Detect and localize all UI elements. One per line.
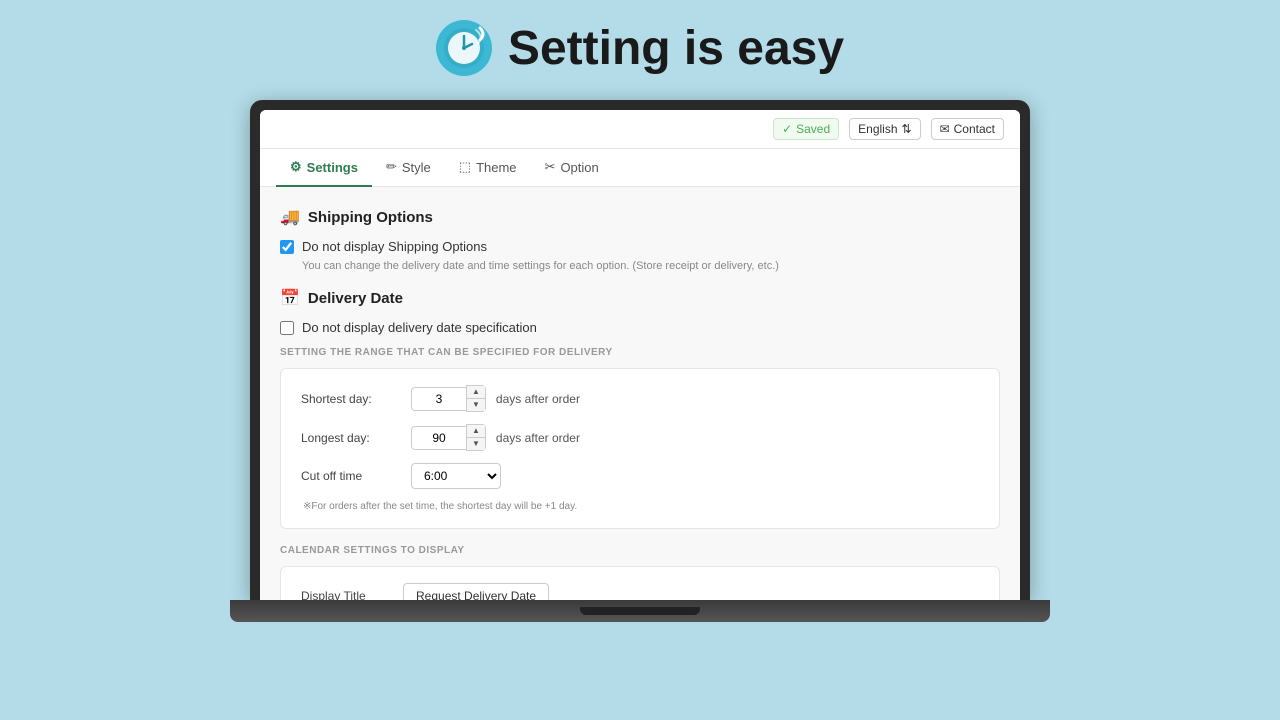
- shortest-day-input[interactable]: [411, 387, 466, 411]
- longest-day-spinner: ▲ ▼: [466, 424, 486, 451]
- app-screen: ✓ Saved English ⇅ ✉ Contact ⚙: [260, 110, 1020, 600]
- display-title-label: Display Title: [301, 589, 391, 600]
- tab-style-label: Style: [402, 160, 431, 175]
- option-icon: ✂: [545, 159, 556, 175]
- truck-icon: 🚚: [280, 207, 300, 227]
- cutoff-row: Cut off time 6:00 7:00 8:00 9:00 10:00 1…: [301, 463, 979, 489]
- shortest-day-suffix: days after order: [496, 392, 580, 406]
- display-title-row: Display Title Request Delivery Date: [301, 583, 979, 600]
- settings-gear-icon: ⚙: [290, 159, 302, 175]
- delivery-date-checkbox[interactable]: [280, 321, 294, 335]
- tab-theme-label: Theme: [476, 160, 516, 175]
- theme-icon: ⬚: [459, 159, 471, 175]
- longest-day-suffix: days after order: [496, 431, 580, 445]
- calendar-icon: 📅: [280, 288, 300, 308]
- check-icon: ✓: [782, 122, 792, 136]
- laptop-base: [230, 600, 1050, 622]
- longest-day-label: Longest day:: [301, 431, 401, 445]
- app-ui: ✓ Saved English ⇅ ✉ Contact ⚙: [260, 110, 1020, 600]
- saved-label: Saved: [796, 122, 830, 136]
- shipping-checkbox-row: Do not display Shipping Options: [280, 239, 1000, 254]
- shipping-checkbox[interactable]: [280, 240, 294, 254]
- tab-settings[interactable]: ⚙ Settings: [276, 149, 372, 187]
- longest-day-input-wrap: ▲ ▼: [411, 424, 486, 451]
- shortest-day-spinner: ▲ ▼: [466, 385, 486, 412]
- shortest-day-row: Shortest day: ▲ ▼ days after order: [301, 385, 979, 412]
- tabs-nav: ⚙ Settings ✏ Style ⬚ Theme ✂ Option: [260, 149, 1020, 187]
- hero-title: Setting is easy: [508, 21, 844, 76]
- delivery-checkbox-row: Do not display delivery date specificati…: [280, 320, 1000, 335]
- longest-day-input[interactable]: [411, 426, 466, 450]
- app-icon: [436, 20, 492, 76]
- cutoff-select[interactable]: 6:00 7:00 8:00 9:00 10:00 12:00: [411, 463, 501, 489]
- contact-label: Contact: [954, 122, 995, 136]
- delivery-checkbox-label: Do not display delivery date specificati…: [302, 320, 537, 335]
- tab-settings-label: Settings: [307, 160, 358, 175]
- display-title-value: Request Delivery Date: [403, 583, 549, 600]
- hero-section: Setting is easy: [436, 20, 844, 76]
- longest-day-up-btn[interactable]: ▲: [467, 425, 485, 438]
- envelope-icon: ✉: [940, 122, 950, 136]
- delivery-date-section: 📅 Delivery Date Do not display delivery …: [280, 288, 1000, 529]
- shipping-hint: You can change the delivery date and tim…: [302, 260, 1000, 272]
- shipping-header: 🚚 Shipping Options: [280, 207, 1000, 227]
- range-label: SETTING THE RANGE THAT CAN BE SPECIFIED …: [280, 347, 1000, 358]
- pencil-icon: ✏: [386, 159, 397, 175]
- shortest-day-input-wrap: ▲ ▼: [411, 385, 486, 412]
- shipping-checkbox-label: Do not display Shipping Options: [302, 239, 487, 254]
- shortest-day-up-btn[interactable]: ▲: [467, 386, 485, 399]
- calendar-section-label: CALENDAR SETTINGS TO DISPLAY: [280, 545, 1000, 556]
- laptop-container: ✓ Saved English ⇅ ✉ Contact ⚙: [250, 100, 1030, 622]
- tab-theme[interactable]: ⬚ Theme: [445, 149, 531, 187]
- laptop-screen: ✓ Saved English ⇅ ✉ Contact ⚙: [250, 100, 1030, 600]
- shortest-day-label: Shortest day:: [301, 392, 401, 406]
- tab-option[interactable]: ✂ Option: [531, 149, 613, 187]
- calendar-section: CALENDAR SETTINGS TO DISPLAY Display Tit…: [280, 545, 1000, 600]
- chevron-icon: ⇅: [902, 122, 912, 136]
- content-area: 🚚 Shipping Options Do not display Shippi…: [260, 187, 1020, 600]
- laptop-hinge: [580, 607, 700, 615]
- tab-option-label: Option: [560, 160, 598, 175]
- delivery-settings-card: Shortest day: ▲ ▼ days after order: [280, 368, 1000, 529]
- saved-badge: ✓ Saved: [773, 118, 839, 140]
- language-selector[interactable]: English ⇅: [849, 118, 920, 140]
- shipping-title: Shipping Options: [308, 209, 433, 226]
- shipping-section: 🚚 Shipping Options Do not display Shippi…: [280, 207, 1000, 272]
- longest-day-row: Longest day: ▲ ▼ days after order: [301, 424, 979, 451]
- shortest-day-down-btn[interactable]: ▼: [467, 399, 485, 411]
- cutoff-note: ※For orders after the set time, the shor…: [301, 501, 979, 512]
- language-label: English: [858, 122, 897, 136]
- calendar-settings-card: Display Title Request Delivery Date: [280, 566, 1000, 600]
- cutoff-label: Cut off time: [301, 469, 401, 483]
- longest-day-down-btn[interactable]: ▼: [467, 438, 485, 450]
- tab-style[interactable]: ✏ Style: [372, 149, 445, 187]
- top-bar: ✓ Saved English ⇅ ✉ Contact: [260, 110, 1020, 149]
- contact-button[interactable]: ✉ Contact: [931, 118, 1004, 140]
- delivery-title: Delivery Date: [308, 290, 403, 307]
- delivery-header: 📅 Delivery Date: [280, 288, 1000, 308]
